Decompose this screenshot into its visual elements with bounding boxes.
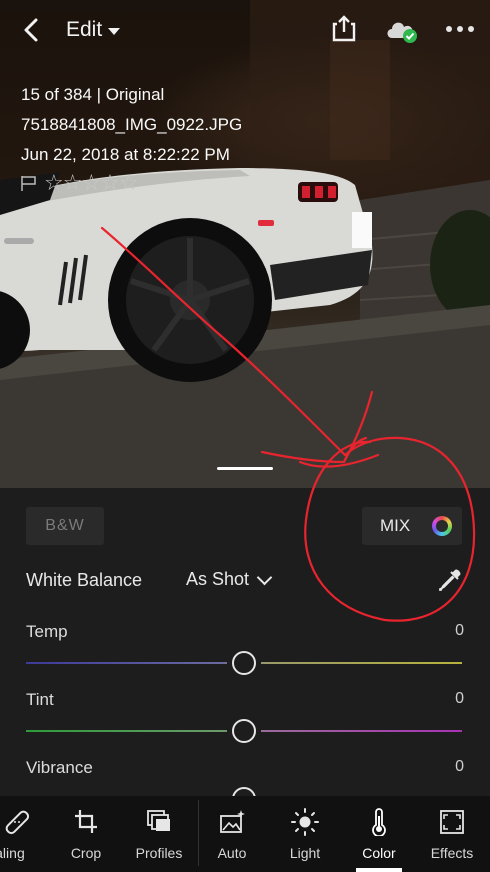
temp-label: Temp (26, 622, 68, 641)
rating-row: ☆☆☆☆☆ (20, 170, 139, 196)
back-icon[interactable] (18, 16, 44, 44)
mix-label: MIX (380, 516, 411, 535)
temp-slider[interactable]: Temp 0 (26, 622, 464, 682)
tool-auto[interactable]: Auto (202, 796, 262, 872)
panel-drag-handle[interactable] (217, 467, 273, 470)
tool-profiles[interactable]: Profiles (129, 796, 189, 872)
bandage-icon (5, 810, 30, 835)
photo-preview[interactable] (0, 0, 490, 488)
tool-label: Light (289, 845, 321, 861)
tint-slider[interactable]: Tint 0 (26, 690, 464, 750)
profiles-icon (147, 810, 170, 831)
mix-button[interactable]: MIX (362, 507, 462, 545)
temp-value: 0 (455, 622, 464, 639)
tool-light[interactable]: Light (275, 796, 335, 872)
white-balance-dropdown[interactable]: As Shot (186, 569, 273, 590)
color-mix-icon (432, 516, 453, 536)
effects-icon (440, 810, 464, 834)
tint-label: Tint (26, 690, 54, 709)
tool-effects[interactable]: Effects (422, 796, 482, 872)
sun-icon (291, 808, 319, 836)
cloud-synced-icon[interactable] (384, 16, 420, 44)
top-bar: Edit (0, 0, 490, 60)
color-panel: B&W MIX White Balance As Shot Temp 0 Tin… (0, 488, 490, 796)
white-balance-label: White Balance (26, 570, 143, 590)
tool-color[interactable]: Color (349, 796, 409, 872)
temp-thumb[interactable] (232, 651, 256, 675)
bottom-toolbar: Healing Crop Profiles Auto (0, 796, 490, 872)
auto-icon (220, 810, 245, 833)
bw-button[interactable]: B&W (26, 507, 104, 545)
flag-icon[interactable] (20, 174, 38, 192)
photo-counter: 15 of 384 | Original (21, 85, 165, 104)
edit-mode-dropdown[interactable]: Edit (66, 18, 121, 42)
white-balance-value: As Shot (186, 569, 250, 589)
vibrance-value: 0 (455, 758, 464, 775)
tint-thumb[interactable] (232, 719, 256, 743)
vibrance-slider[interactable]: Vibrance 0 (26, 758, 464, 796)
eyedropper-icon[interactable] (438, 568, 462, 592)
vibrance-label: Vibrance (26, 758, 93, 777)
toolbar-divider (198, 800, 199, 866)
photo-info: 15 of 384 | Original 7518841808_IMG_0922… (21, 80, 242, 170)
tool-label: Color (362, 845, 396, 861)
more-icon[interactable] (446, 26, 478, 34)
tool-healing[interactable]: Healing (0, 796, 46, 872)
car-photo (0, 0, 490, 488)
edit-mode-label: Edit (66, 18, 103, 41)
tool-label: Profiles (135, 845, 183, 861)
tint-value: 0 (455, 690, 464, 707)
crop-icon (75, 810, 97, 833)
photo-filename: 7518841808_IMG_0922.JPG (21, 115, 243, 134)
tool-crop[interactable]: Crop (56, 796, 116, 872)
photo-datetime: Jun 22, 2018 at 8:22:22 PM (21, 145, 230, 164)
thermometer-icon (372, 808, 386, 836)
tool-label: Effects (430, 845, 474, 861)
tool-label: Healing (0, 845, 25, 861)
tool-label: Crop (70, 845, 102, 861)
tool-label: Auto (217, 845, 247, 861)
share-icon[interactable] (331, 14, 357, 42)
vibrance-thumb[interactable] (232, 787, 256, 796)
chevron-down-icon (256, 569, 273, 585)
active-tool-indicator (356, 868, 402, 872)
caret-down-icon (108, 28, 121, 35)
star-rating[interactable]: ☆☆☆☆☆ (44, 170, 139, 196)
